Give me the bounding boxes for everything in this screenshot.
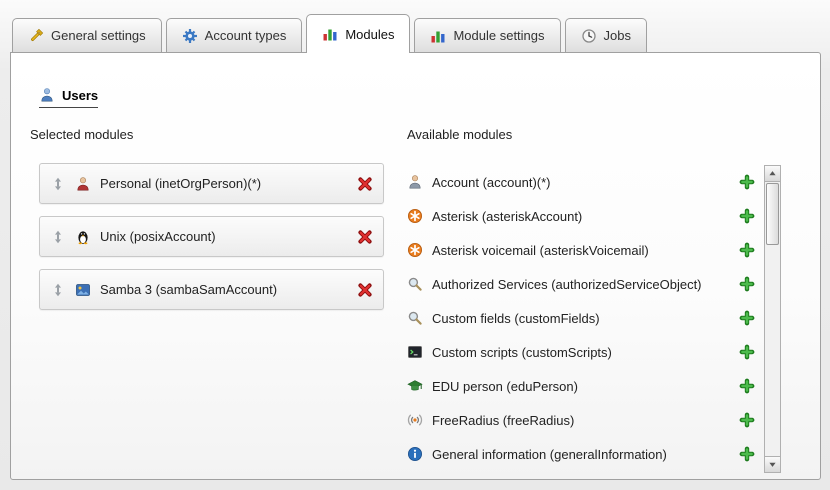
add-module-button[interactable] — [739, 276, 755, 292]
tab-label: Modules — [345, 27, 394, 42]
module-label: Unix (posixAccount) — [100, 229, 348, 244]
add-icon — [739, 446, 755, 462]
add-icon — [739, 242, 755, 258]
scroll-up-icon — [767, 168, 778, 179]
users-section-heading: Users — [39, 87, 98, 108]
add-icon — [739, 208, 755, 224]
available-modules-heading: Available modules — [407, 127, 512, 142]
add-module-button[interactable] — [739, 174, 755, 190]
available-module-row: General information (generalInformation) — [407, 437, 755, 471]
drag-handle-icon[interactable] — [50, 282, 66, 298]
drag-handle-icon[interactable] — [50, 229, 66, 245]
module-settings-icon — [430, 28, 446, 44]
module-label: Authorized Services (authorizedServiceOb… — [432, 277, 730, 292]
add-module-button[interactable] — [739, 378, 755, 394]
module-label: General information (generalInformation) — [432, 447, 730, 462]
gear-icon — [182, 28, 198, 44]
tab-modules[interactable]: Modules — [306, 14, 410, 53]
tab-module-settings[interactable]: Module settings — [414, 18, 560, 52]
clock-icon — [581, 28, 597, 44]
module-label: Personal (inetOrgPerson)(*) — [100, 176, 348, 191]
module-label: Asterisk voicemail (asteriskVoicemail) — [432, 243, 730, 258]
delete-icon — [357, 282, 373, 298]
add-module-button[interactable] — [739, 208, 755, 224]
selected-module-row[interactable]: Unix (posixAccount) — [39, 216, 384, 257]
modules-icon — [322, 26, 338, 42]
module-label: Account (account)(*) — [432, 175, 730, 190]
drag-handle-icon[interactable] — [50, 176, 66, 192]
available-module-row: EDU person (eduPerson) — [407, 369, 755, 403]
add-module-button[interactable] — [739, 344, 755, 360]
tab-label: Jobs — [604, 28, 631, 43]
available-module-row: FreeRadius (freeRadius) — [407, 403, 755, 437]
users-icon — [39, 87, 55, 103]
tab-account-types[interactable]: Account types — [166, 18, 303, 52]
scrollbar-down-button[interactable] — [765, 456, 780, 472]
remove-module-button[interactable] — [357, 176, 373, 192]
module-label: EDU person (eduPerson) — [432, 379, 730, 394]
person-icon — [75, 176, 91, 192]
add-icon — [739, 378, 755, 394]
add-icon — [739, 174, 755, 190]
tab-jobs[interactable]: Jobs — [565, 18, 647, 52]
add-module-button[interactable] — [739, 412, 755, 428]
module-label: FreeRadius (freeRadius) — [432, 413, 730, 428]
available-module-row: Asterisk (asteriskAccount) — [407, 199, 755, 233]
delete-icon — [357, 176, 373, 192]
available-module-row: Account (account)(*) — [407, 165, 755, 199]
terminal-icon — [407, 344, 423, 360]
available-modules-list: Account (account)(*) Asterisk (asteriskAc… — [407, 165, 755, 471]
available-module-row: Authorized Services (authorizedServiceOb… — [407, 267, 755, 301]
magnifier-icon — [407, 310, 423, 326]
module-label: Custom scripts (customScripts) — [432, 345, 730, 360]
scrollbar-track[interactable] — [765, 182, 780, 456]
add-module-button[interactable] — [739, 242, 755, 258]
add-module-button[interactable] — [739, 310, 755, 326]
tab-label: Account types — [205, 28, 287, 43]
available-module-row: Custom scripts (customScripts) — [407, 335, 755, 369]
selected-module-row[interactable]: Personal (inetOrgPerson)(*) — [39, 163, 384, 204]
selected-modules-list: Personal (inetOrgPerson)(*) Unix (posixAc… — [39, 163, 384, 322]
info-icon — [407, 446, 423, 462]
scroll-down-icon — [767, 459, 778, 470]
add-icon — [739, 344, 755, 360]
section-title: Users — [62, 88, 98, 103]
remove-module-button[interactable] — [357, 229, 373, 245]
content-panel: Users Selected modules Available modules… — [10, 52, 821, 480]
wifi-icon — [407, 412, 423, 428]
delete-icon — [357, 229, 373, 245]
available-module-row: Custom fields (customFields) — [407, 301, 755, 335]
remove-module-button[interactable] — [357, 282, 373, 298]
asterisk-icon — [407, 208, 423, 224]
available-module-row: Asterisk voicemail (asteriskVoicemail) — [407, 233, 755, 267]
add-module-button[interactable] — [739, 446, 755, 462]
tab-general-settings[interactable]: General settings — [12, 18, 162, 52]
magnifier-icon — [407, 276, 423, 292]
graduation-icon — [407, 378, 423, 394]
account-icon — [407, 174, 423, 190]
module-label: Custom fields (customFields) — [432, 311, 730, 326]
scrollbar — [764, 165, 781, 473]
tab-label: General settings — [51, 28, 146, 43]
samba-icon — [75, 282, 91, 298]
add-icon — [739, 412, 755, 428]
tab-bar: General settings Account types Modules Modu… — [12, 13, 647, 53]
wrench-icon — [28, 28, 44, 44]
tab-label: Module settings — [453, 28, 544, 43]
add-icon — [739, 276, 755, 292]
selected-modules-heading: Selected modules — [30, 127, 133, 142]
scrollbar-up-button[interactable] — [765, 166, 780, 182]
add-icon — [739, 310, 755, 326]
scrollbar-thumb[interactable] — [766, 183, 779, 245]
asterisk-icon — [407, 242, 423, 258]
module-label: Samba 3 (sambaSamAccount) — [100, 282, 348, 297]
selected-module-row[interactable]: Samba 3 (sambaSamAccount) — [39, 269, 384, 310]
module-label: Asterisk (asteriskAccount) — [432, 209, 730, 224]
penguin-icon — [75, 229, 91, 245]
